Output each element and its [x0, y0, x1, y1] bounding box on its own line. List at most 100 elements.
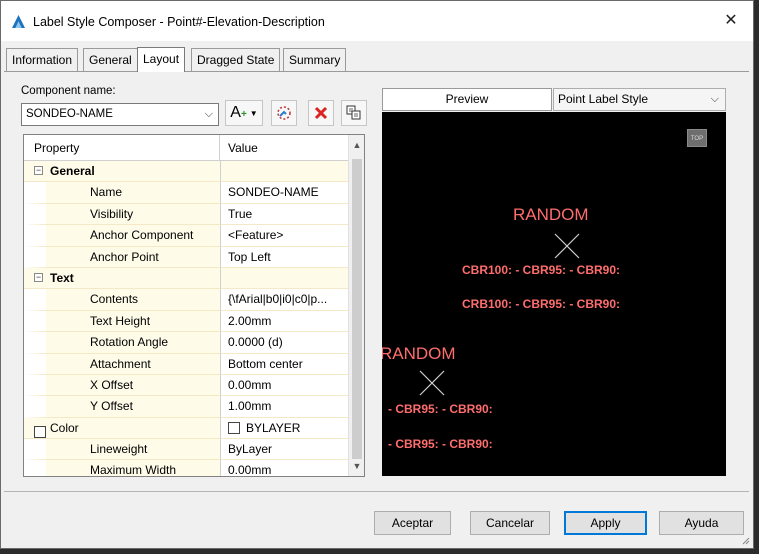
property-label: Lineweight — [24, 439, 220, 461]
property-value-color[interactable]: BYLAYER — [220, 417, 349, 440]
tab-general[interactable]: General — [83, 48, 138, 71]
property-row-maximum-width[interactable]: Maximum Width 0.00mm — [24, 460, 349, 476]
property-value[interactable]: Top Left — [220, 246, 349, 268]
property-value[interactable]: Bottom center — [220, 353, 349, 375]
copy-component-icon — [277, 106, 291, 120]
component-draw-order-button[interactable] — [341, 100, 367, 126]
collapse-toggle-icon[interactable]: − — [34, 272, 43, 282]
preview-style-dropdown[interactable]: Point Label Style ⌵ — [553, 88, 726, 111]
copy-component-button[interactable] — [271, 100, 297, 126]
property-row-attachment[interactable]: Attachment Bottom center — [24, 353, 349, 375]
scrollbar-thumb[interactable] — [352, 159, 362, 459]
add-text-component-icon: A+ — [230, 104, 247, 122]
text-a-glyph: A — [230, 104, 241, 121]
property-row-rotation-angle[interactable]: Rotation Angle 0.0000 (d) — [24, 332, 349, 354]
cancel-button[interactable]: Cancelar — [470, 511, 550, 535]
property-value[interactable]: True — [220, 203, 349, 226]
preview-point-name: RANDOM — [382, 344, 456, 363]
category-value — [220, 161, 349, 183]
delete-component-icon — [314, 106, 328, 120]
view-cube-top-icon[interactable]: TOP — [687, 129, 707, 147]
property-label: Contents — [24, 289, 220, 311]
property-value[interactable]: ByLayer — [220, 439, 349, 461]
property-grid-rows: − General Name SONDEO-NAME Visibility Tru… — [24, 161, 349, 476]
help-button[interactable]: Ayuda — [659, 511, 744, 535]
property-grid[interactable]: Property Value − General Name SONDEO-NAME… — [23, 134, 365, 477]
preview-label-line: - CBR95: - CBR90: — [388, 402, 493, 416]
tab-label: General — [89, 53, 132, 67]
property-value[interactable]: 0.0000 (d) — [220, 332, 349, 354]
draw-order-icon — [346, 105, 361, 120]
tab-label: Dragged State — [197, 53, 275, 67]
category-value — [220, 267, 349, 290]
property-column-header[interactable]: Property — [34, 141, 79, 155]
property-label: Attachment — [24, 353, 220, 375]
chevron-down-icon: ⌵ — [204, 108, 213, 120]
property-row-contents[interactable]: Contents {\fArial|b0|i0|c0|p... — [24, 289, 349, 311]
property-value[interactable]: 1.00mm — [220, 396, 349, 418]
create-text-component-button[interactable]: A+ ▼ — [225, 100, 263, 126]
tab-information[interactable]: Information — [6, 48, 79, 71]
scroll-down-icon[interactable]: ▼ — [349, 458, 364, 474]
title-bar[interactable]: Label Style Composer - Point#-Elevation-… — [1, 1, 753, 41]
preview-canvas[interactable]: TOP RANDOM CBR100: - CBR95: - CBR90: CRB… — [382, 112, 726, 476]
property-label: Rotation Angle — [24, 332, 220, 354]
point-marker-x-icon — [419, 370, 445, 396]
category-row-text[interactable]: − Text — [24, 267, 349, 290]
civil3d-app-icon — [11, 14, 26, 29]
property-value: BYLAYER — [246, 420, 301, 435]
property-row-lineweight[interactable]: Lineweight ByLayer — [24, 439, 349, 461]
preview-header: Preview Point Label Style ⌵ — [382, 88, 726, 111]
property-grid-scrollbar[interactable]: ▲ ▼ — [348, 135, 364, 476]
component-name-value: SONDEO-NAME — [26, 108, 113, 120]
property-row-text-height[interactable]: Text Height 2.00mm — [24, 310, 349, 333]
preview-label-line: - CBR95: - CBR90: — [388, 437, 493, 451]
apply-button[interactable]: Apply — [564, 511, 647, 535]
property-value[interactable]: <Feature> — [220, 225, 349, 247]
property-label: Name — [24, 182, 220, 204]
property-label: Text Height — [24, 310, 220, 333]
property-value[interactable]: 0.00mm — [220, 460, 349, 476]
tab-dragged-state[interactable]: Dragged State — [191, 48, 281, 71]
close-icon: ✕ — [724, 12, 738, 29]
property-value[interactable]: 0.00mm — [220, 374, 349, 397]
property-row-name[interactable]: Name SONDEO-NAME — [24, 182, 349, 204]
property-row-color[interactable]: Color BYLAYER — [24, 417, 349, 440]
preview-point-name: RANDOM — [513, 205, 589, 224]
category-row-general[interactable]: − General — [24, 161, 349, 183]
scroll-up-icon[interactable]: ▲ — [349, 137, 364, 153]
property-value[interactable]: SONDEO-NAME — [220, 182, 349, 204]
property-value[interactable]: 2.00mm — [220, 310, 349, 333]
label-style-composer-dialog: Label Style Composer - Point#-Elevation-… — [0, 0, 754, 549]
preview-style-value: Point Label Style — [558, 92, 649, 106]
plus-glyph: + — [240, 109, 247, 120]
dropdown-arrow-icon: ▼ — [249, 108, 258, 118]
collapse-toggle-icon[interactable]: − — [34, 166, 43, 175]
property-label: Anchor Component — [24, 225, 220, 247]
tab-summary[interactable]: Summary — [283, 48, 347, 71]
category-label: Text — [50, 270, 74, 285]
tab-label: Layout — [143, 52, 180, 66]
color-override-checkbox[interactable] — [34, 425, 46, 438]
component-name-dropdown[interactable]: SONDEO-NAME ⌵ — [21, 103, 219, 126]
close-button[interactable]: ✕ — [709, 1, 753, 41]
point-marker-x-icon — [554, 233, 580, 259]
color-swatch — [228, 421, 240, 434]
property-value[interactable]: {\fArial|b0|i0|c0|p... — [220, 289, 349, 311]
value-column-header[interactable]: Value — [228, 141, 258, 155]
property-label: Anchor Point — [24, 246, 220, 268]
property-row-x-offset[interactable]: X Offset 0.00mm — [24, 374, 349, 397]
preview-label-line: CBR100: - CBR95: - CBR90: — [462, 263, 621, 277]
property-row-visibility[interactable]: Visibility True — [24, 203, 349, 226]
property-row-anchor-point[interactable]: Anchor Point Top Left — [24, 246, 349, 268]
resize-grip-icon[interactable] — [740, 535, 750, 545]
tab-layout[interactable]: Layout — [137, 47, 186, 72]
tab-label: Information — [12, 53, 73, 67]
property-label: Maximum Width — [24, 460, 220, 476]
property-row-anchor-component[interactable]: Anchor Component <Feature> — [24, 225, 349, 247]
delete-component-button[interactable] — [308, 100, 334, 126]
column-divider[interactable] — [219, 135, 220, 161]
tab-label: Summary — [289, 53, 341, 67]
ok-button[interactable]: Aceptar — [374, 511, 451, 535]
property-row-y-offset[interactable]: Y Offset 1.00mm — [24, 396, 349, 418]
